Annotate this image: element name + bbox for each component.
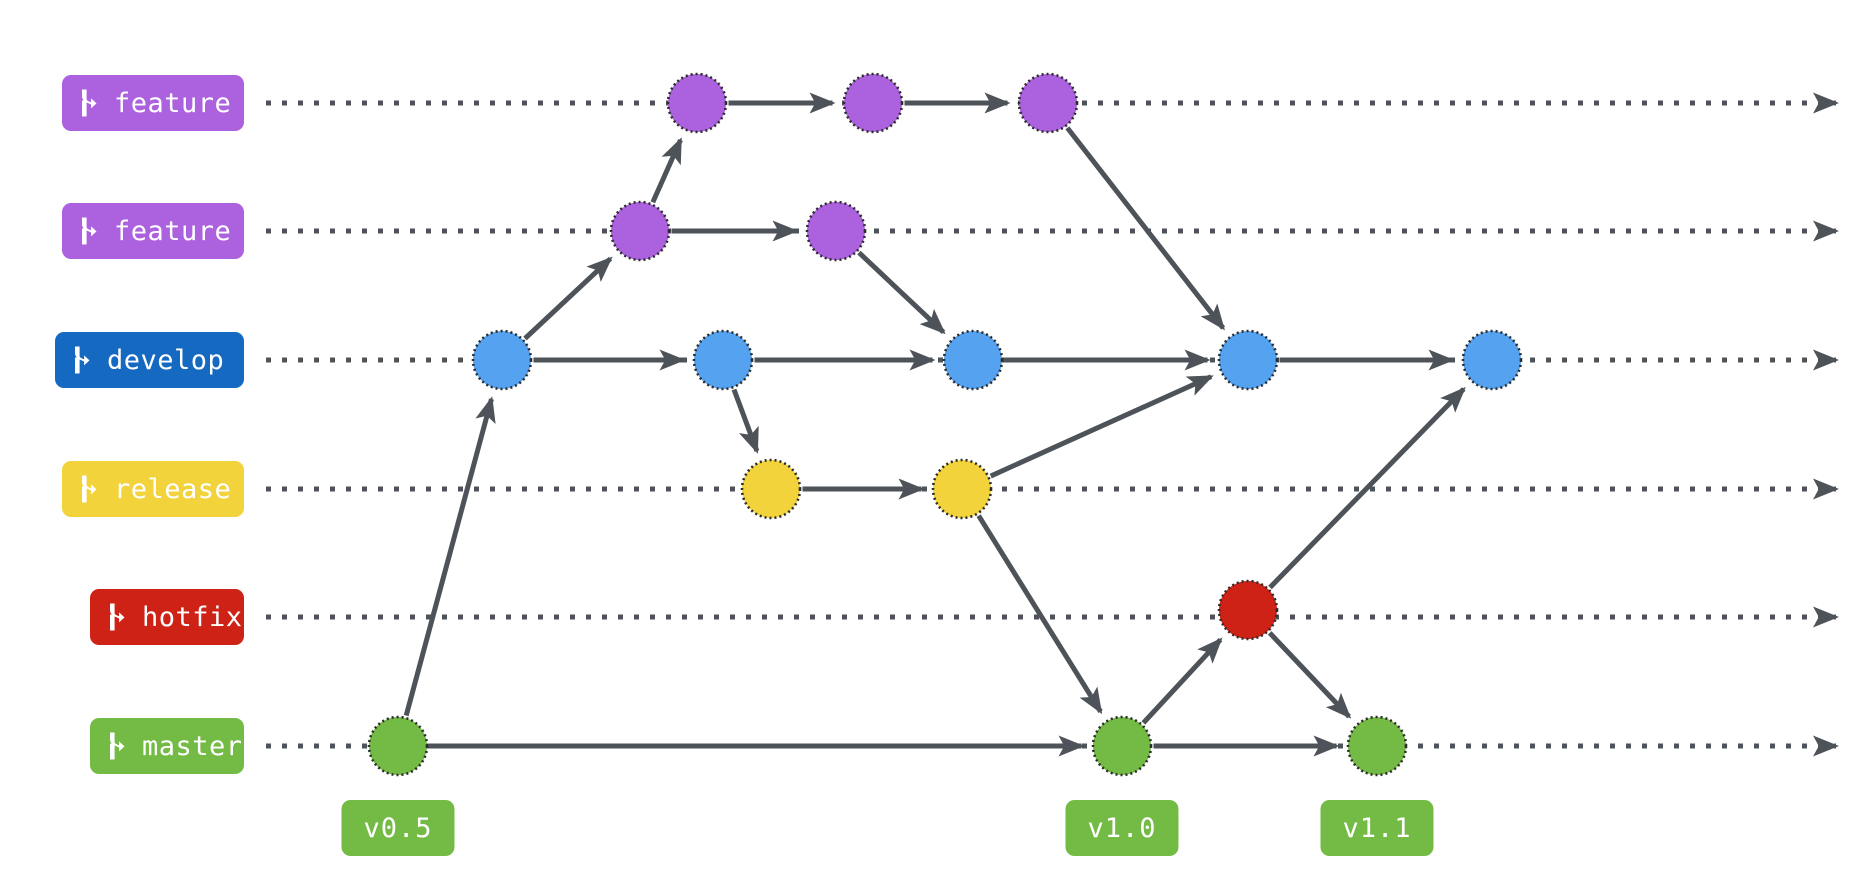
edge-m1-to-d1 (403, 396, 496, 717)
version-tag-tag-v05[interactable]: v0.5 (341, 800, 455, 856)
commit-node-f2b[interactable] (805, 200, 867, 262)
graph-svg (266, 72, 1840, 777)
edge-r2-to-m2 (976, 514, 1103, 715)
branch-label-text: feature (114, 87, 232, 119)
edge-f2a-to-f1a (650, 137, 683, 204)
branch-label-feature-second[interactable]: feature (62, 203, 244, 259)
version-tag-text: v1.0 (1087, 812, 1157, 844)
git-branch-icon (104, 602, 126, 632)
edge-f2b-to-d3 (857, 250, 946, 335)
branch-label-hotfix[interactable]: hotfix (90, 589, 244, 645)
git-branch-icon (69, 345, 91, 375)
branch-label-develop[interactable]: develop (55, 332, 244, 388)
commit-node-m1[interactable] (367, 715, 429, 777)
branch-label-text: master (142, 730, 243, 762)
branch-label-feature-top[interactable]: feature (62, 75, 244, 131)
edge-d2-to-r1 (731, 388, 760, 454)
node-circles-group (367, 72, 1523, 777)
edge-d1-to-f2a (523, 256, 613, 341)
branch-label-text: develop (107, 344, 225, 376)
branch-label-text: release (114, 473, 232, 505)
commit-node-m3[interactable] (1346, 715, 1408, 777)
commit-node-h1[interactable] (1217, 579, 1279, 641)
edge-lines-group (403, 92, 1466, 757)
edge-m2-to-h1 (1141, 637, 1223, 725)
commit-node-f1b[interactable] (842, 72, 904, 134)
commit-node-d1[interactable] (471, 329, 533, 391)
git-branch-icon (76, 216, 98, 246)
commit-node-d3[interactable] (942, 329, 1004, 391)
edge-h1-to-m3 (1267, 631, 1352, 719)
commit-node-d4[interactable] (1217, 329, 1279, 391)
git-branch-icon (104, 731, 126, 761)
commit-node-f1a[interactable] (666, 72, 728, 134)
commit-node-m2[interactable] (1091, 715, 1153, 777)
commit-node-f1c[interactable] (1017, 72, 1079, 134)
branch-label-text: hotfix (142, 601, 243, 633)
edge-f1c-to-d4 (1065, 126, 1226, 331)
edge-r2-to-d4 (989, 374, 1214, 479)
lane-lines-group (266, 92, 1840, 757)
gitflow-diagram-canvas: feature feature develop release hotfix master… (0, 0, 1868, 892)
version-tag-text: v0.5 (363, 812, 433, 844)
commit-node-r2[interactable] (931, 458, 993, 520)
commit-node-d2[interactable] (692, 329, 754, 391)
branch-label-master[interactable]: master (90, 718, 244, 774)
commit-node-d5[interactable] (1461, 329, 1523, 391)
branch-label-text: feature (114, 215, 232, 247)
branch-label-release[interactable]: release (62, 461, 244, 517)
version-tag-text: v1.1 (1342, 812, 1412, 844)
commit-node-r1[interactable] (740, 458, 802, 520)
git-branch-icon (76, 474, 98, 504)
version-tag-tag-v10[interactable]: v1.0 (1065, 800, 1179, 856)
git-branch-icon (76, 88, 98, 118)
commit-node-f2a[interactable] (609, 200, 671, 262)
version-tag-tag-v11[interactable]: v1.1 (1320, 800, 1434, 856)
